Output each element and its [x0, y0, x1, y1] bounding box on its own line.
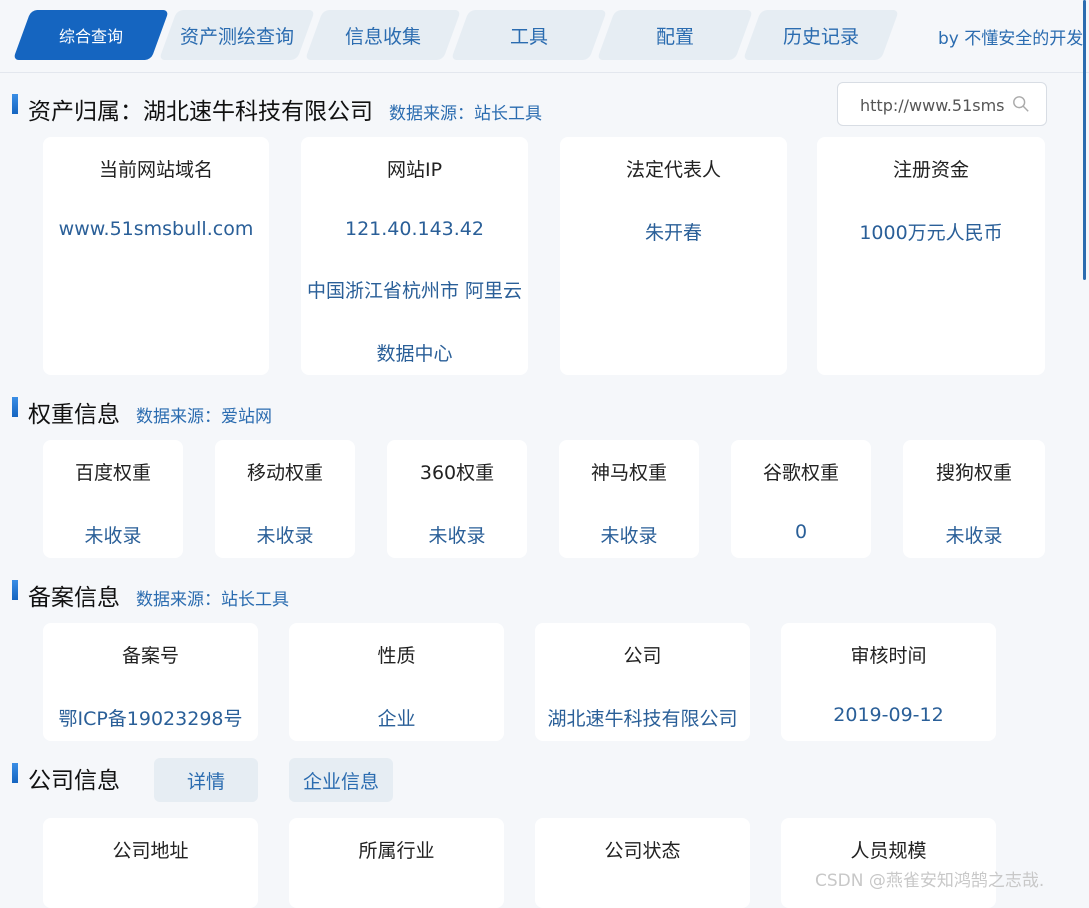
section-marker — [12, 580, 18, 600]
top-tab-bar: 综合查询 资产测绘查询 信息收集 工具 配置 历史记录 by 不懂安全的开发 — [0, 0, 1089, 73]
card-value-domain[interactable]: www.51smsbull.com — [43, 218, 269, 240]
card-value: 未收录 — [84, 525, 142, 547]
card-title: 所属行业 — [358, 840, 435, 862]
weight-card-sogou: 搜狗权重 未收录 — [903, 440, 1045, 558]
author-byline: by 不懂安全的开发 — [938, 29, 1084, 49]
section-title: 资产归属：湖北速牛科技有限公司 — [28, 99, 373, 125]
card-title: 神马权重 — [590, 462, 667, 484]
card-value: 企业 — [377, 708, 416, 730]
card-value: 0 — [794, 521, 808, 543]
info-card-domain: 当前网站域名 www.51smsbull.com — [43, 137, 269, 375]
card-value: 2019-09-12 — [833, 704, 944, 726]
tab-label: 资产测绘查询 — [179, 25, 294, 48]
weight-card-shenma: 神马权重 未收录 — [559, 440, 699, 558]
tab-tools[interactable]: 工具 — [450, 10, 608, 60]
search-icon[interactable] — [1012, 95, 1030, 113]
data-source: 数据来源：站长工具 — [136, 590, 289, 610]
card-title: 公司地址 — [112, 840, 189, 862]
section-marker — [12, 763, 18, 783]
csdn-watermark: CSDN @燕雀安知鸿鹄之志哉. — [815, 871, 1045, 891]
card-title: 人员规模 — [850, 840, 927, 862]
tab-label: 工具 — [509, 25, 548, 48]
section-title: 公司信息 — [28, 768, 120, 794]
card-value: 鄂ICP备19023298号 — [58, 708, 243, 730]
data-source: 数据来源：站长工具 — [389, 104, 542, 124]
tab-label: 综合查询 — [58, 27, 123, 46]
card-value: 未收录 — [600, 525, 658, 547]
tab-asset-mapping-query[interactable]: 资产测绘查询 — [158, 10, 316, 60]
tab-label: 历史记录 — [782, 25, 859, 48]
weight-card-mobile: 移动权重 未收录 — [215, 440, 355, 558]
card-value-ip-location: 中国浙江省杭州市 阿里云 — [306, 280, 523, 302]
section-weight: 权重信息 数据来源：爱站网 — [12, 395, 272, 429]
icp-card-number: 备案号 鄂ICP备19023298号 — [43, 623, 258, 741]
card-value: 未收录 — [256, 525, 314, 547]
section-icp: 备案信息 数据来源：站长工具 — [12, 578, 289, 612]
card-value: 湖北速牛科技有限公司 — [547, 708, 738, 730]
search-box[interactable] — [837, 82, 1047, 126]
card-title: 审核时间 — [850, 645, 927, 667]
weight-card-google: 谷歌权重 0 — [731, 440, 871, 558]
card-title: 移动权重 — [246, 462, 323, 484]
icp-card-review-date: 审核时间 2019-09-12 — [781, 623, 996, 741]
card-title: 搜狗权重 — [935, 462, 1012, 484]
info-card-legal-rep: 法定代表人 朱开春 — [560, 137, 787, 375]
enterprise-info-button[interactable]: 企业信息 — [289, 758, 393, 802]
card-title: 公司 — [623, 645, 662, 667]
info-card-ip: 网站IP 121.40.143.42 中国浙江省杭州市 阿里云 数据中心 — [301, 137, 528, 375]
section-asset-ownership: 资产归属：湖北速牛科技有限公司 数据来源：站长工具 — [12, 92, 542, 126]
section-marker — [12, 94, 18, 114]
section-marker — [12, 397, 18, 417]
card-title: 公司状态 — [604, 840, 681, 862]
search-input[interactable] — [858, 93, 1007, 117]
icp-card-company: 公司 湖北速牛科技有限公司 — [535, 623, 750, 741]
tab-info-collection[interactable]: 信息收集 — [304, 10, 462, 60]
card-title: 百度权重 — [74, 462, 151, 484]
card-title: 网站IP — [386, 159, 443, 181]
tab-comprehensive-query[interactable]: 综合查询 — [12, 10, 170, 60]
card-title: 法定代表人 — [625, 159, 721, 181]
card-title: 备案号 — [121, 645, 179, 667]
tab-history[interactable]: 历史记录 — [742, 10, 900, 60]
tab-label: 信息收集 — [344, 25, 421, 48]
card-value: 未收录 — [428, 525, 486, 547]
tab-label: 配置 — [655, 25, 694, 48]
card-value-ip-location-cont: 数据中心 — [376, 343, 453, 365]
info-card-reg-capital: 注册资金 1000万元人民币 — [817, 137, 1045, 375]
weight-card-baidu: 百度权重 未收录 — [43, 440, 183, 558]
section-company: 公司信息 — [12, 761, 120, 795]
section-title: 权重信息 — [28, 402, 120, 428]
card-value-ip[interactable]: 121.40.143.42 — [301, 218, 528, 240]
card-title: 当前网站域名 — [98, 159, 213, 181]
card-value-legal-rep: 朱开春 — [644, 222, 702, 244]
weight-card-360: 360权重 未收录 — [387, 440, 527, 558]
card-title: 性质 — [377, 645, 416, 667]
section-title: 备案信息 — [28, 585, 120, 611]
card-title: 360权重 — [419, 462, 495, 484]
scrollbar[interactable] — [1083, 0, 1086, 280]
card-title: 注册资金 — [892, 159, 969, 181]
data-source: 数据来源：爱站网 — [136, 407, 272, 427]
tab-config[interactable]: 配置 — [596, 10, 754, 60]
card-title: 谷歌权重 — [762, 462, 839, 484]
icp-card-nature: 性质 企业 — [289, 623, 504, 741]
details-button[interactable]: 详情 — [154, 758, 258, 802]
card-value-reg-capital: 1000万元人民币 — [859, 222, 1003, 244]
card-value: 未收录 — [945, 525, 1003, 547]
